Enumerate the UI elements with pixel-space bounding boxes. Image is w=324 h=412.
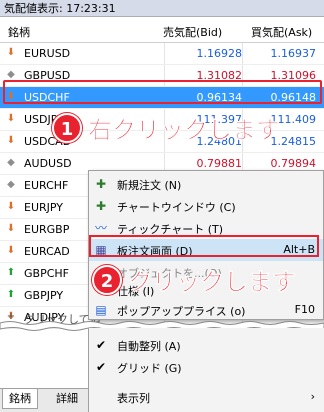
symbol-name: EURUSD — [24, 47, 71, 60]
step-1-badge: 1 — [52, 112, 82, 143]
check-icon: ✔ — [95, 360, 107, 374]
symbol-name: EURCAD — [24, 245, 70, 258]
up-arrow-icon: ⬆ — [6, 267, 16, 278]
down-arrow-icon: ⬇ — [6, 201, 16, 212]
dot-icon: ◆ — [7, 157, 15, 168]
symbol-row-eurusd[interactable]: ⬇ EURUSD 1.16928 1.16937 — [0, 43, 324, 65]
symbol-name: EURCHF — [24, 179, 69, 192]
context-menu-continued: ✔ 自動整列 (A) ✔ グリッド (G) 表示列 › — [88, 328, 324, 412]
tab-bar: 銘柄 詳細 — [0, 388, 88, 412]
ask-price: 0.79894 — [270, 157, 317, 170]
tab-details[interactable]: 詳細 — [50, 389, 84, 409]
column-ask[interactable]: 買気配(Ask) — [251, 24, 312, 40]
down-arrow-icon: ⬇ — [6, 47, 16, 58]
menu-item-columns[interactable]: 表示列 › — [89, 386, 323, 408]
menu-item-chart-window[interactable]: ✚ チャートウインドウ (C) — [89, 195, 323, 217]
chart-window-icon: ✚ — [95, 199, 107, 213]
column-header: 銘柄 売気配(Bid) 買気配(Ask) — [0, 17, 324, 43]
symbol-name: GBPCHF — [24, 267, 69, 280]
menu-item-auto-arrange[interactable]: ✔ 自動整列 (A) — [89, 334, 323, 356]
new-order-icon: ✚ — [95, 177, 107, 191]
callout-step-2: 2 クリックします — [92, 262, 296, 297]
menu-item-new-order[interactable]: ✚ 新規注文 (N) — [89, 173, 323, 195]
up-arrow-icon: ⬆ — [6, 289, 16, 300]
down-arrow-icon: ⬇ — [6, 245, 16, 256]
menu-item-popup-price[interactable]: ▤ ポップアッププライス (o) F10 — [89, 299, 323, 321]
down-arrow-icon: ⬇ — [6, 223, 16, 234]
dot-icon: ◆ — [7, 69, 15, 80]
submenu-arrow-icon: › — [310, 390, 315, 403]
column-symbol[interactable]: 銘柄 — [8, 24, 30, 40]
callout-step-1: 1 右クリックします — [52, 110, 280, 145]
highlight-box-board-order — [89, 235, 319, 257]
ask-price: 1.16937 — [270, 47, 317, 60]
tick-chart-icon: 〰 — [94, 221, 107, 235]
step-1-text: 右クリックします — [88, 116, 281, 145]
tab-symbols[interactable]: 銘柄 — [2, 389, 38, 409]
bid-price: 0.79881 — [196, 157, 243, 170]
symbol-name: EURJPY — [24, 201, 63, 214]
dot-icon: ◆ — [7, 179, 15, 190]
window-title: 気配値表示: 17:23:31 — [0, 0, 324, 17]
check-icon: ✔ — [95, 338, 107, 352]
highlight-box-usdchf — [3, 80, 322, 104]
step-2-badge: 2 — [92, 264, 122, 295]
menu-item-grid[interactable]: ✔ グリッド (G) — [89, 356, 323, 378]
popup-price-icon: ▤ — [95, 303, 107, 317]
symbol-name: EURGBP — [24, 223, 70, 236]
bid-price: 1.16928 — [196, 47, 243, 60]
down-arrow-icon: ⬇ — [6, 135, 16, 146]
column-bid[interactable]: 売気配(Bid) — [163, 24, 222, 40]
step-2-text: クリックします — [128, 268, 297, 297]
down-arrow-icon: ⬇ — [6, 113, 16, 124]
symbol-name: GBPJPY — [24, 289, 64, 302]
symbol-name: AUDUSD — [24, 157, 72, 170]
